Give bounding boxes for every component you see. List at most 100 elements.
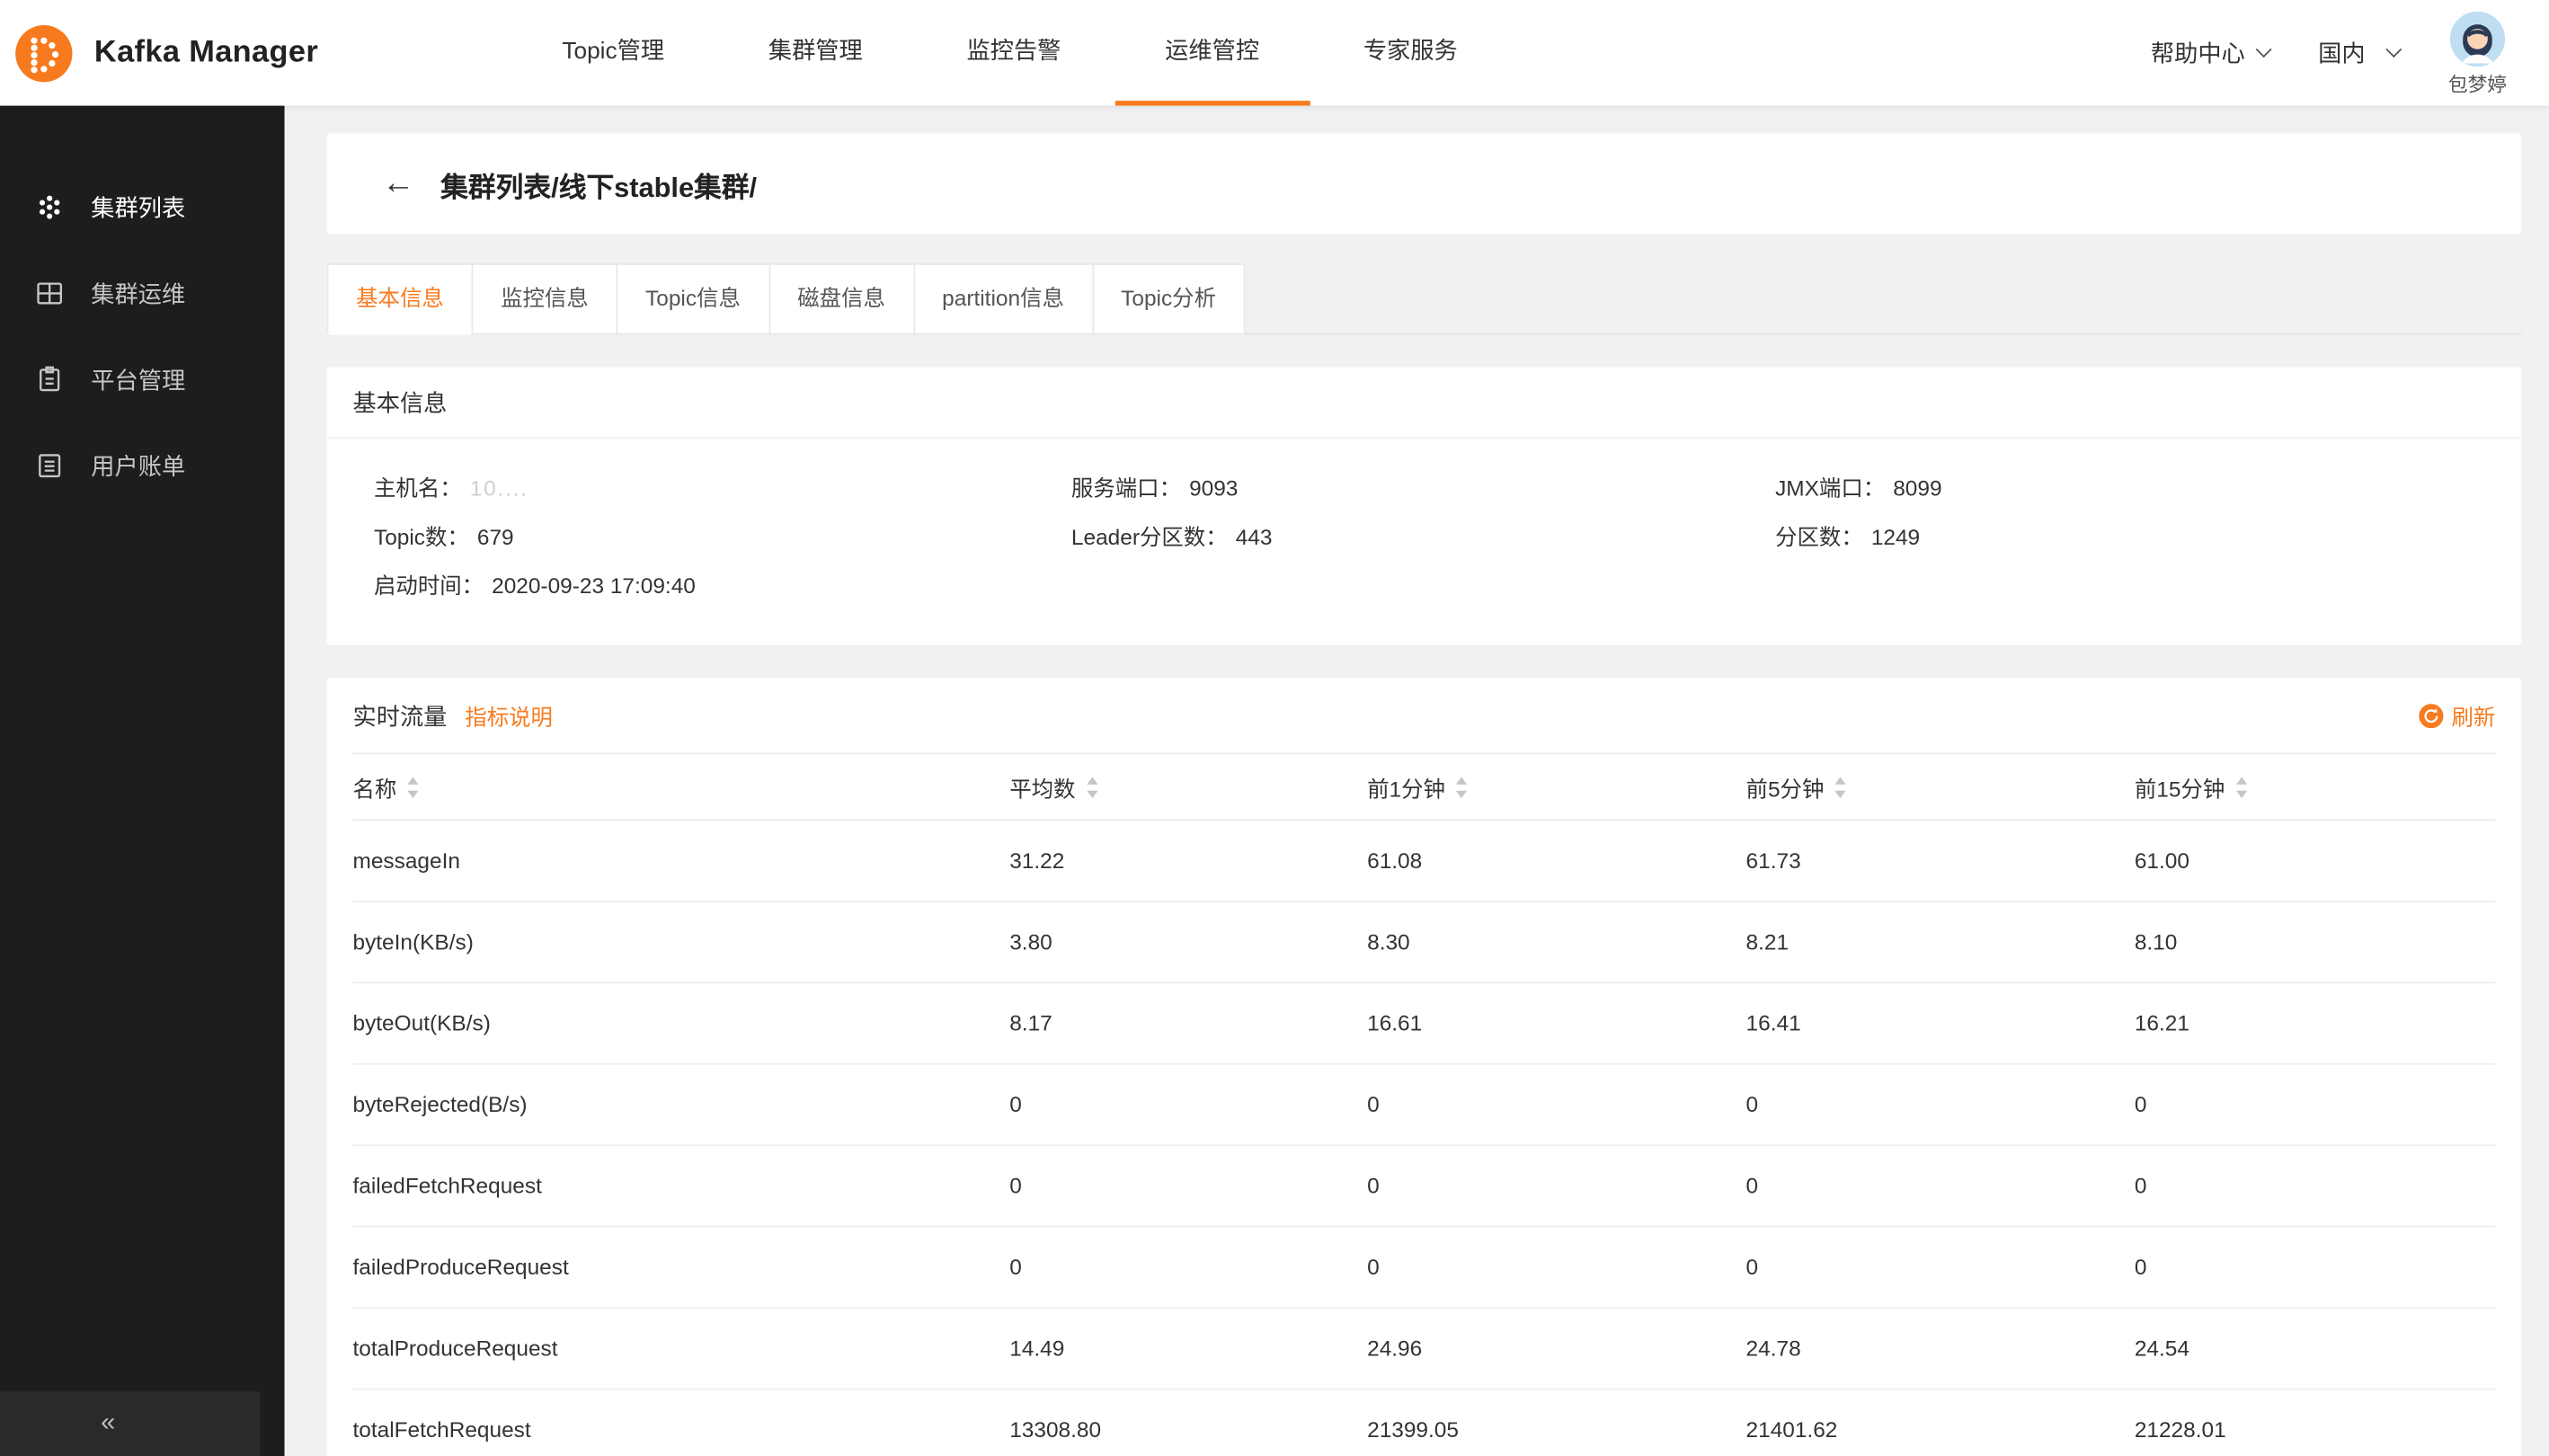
field-label: 分区数： — [1775, 525, 1863, 549]
back-button[interactable]: ← — [382, 167, 414, 200]
column-header-last-1min[interactable]: 前1分钟 — [1367, 753, 1745, 820]
region-label: 国内 — [2318, 36, 2365, 70]
cell-value: 61.00 — [2135, 820, 2496, 901]
collapse-icon: « — [101, 1409, 115, 1439]
sidebar-item-cluster-list[interactable]: 集群列表 — [0, 164, 285, 251]
field-topic-count: Topic数： 679 — [374, 514, 1071, 561]
cell-value: 24.78 — [1746, 1308, 2135, 1389]
field-partition-count: 分区数： 1249 — [1775, 514, 2495, 561]
column-header-name[interactable]: 名称 — [352, 753, 1009, 820]
tab-basic-info[interactable]: 基本信息 — [327, 263, 474, 335]
table-header-row: 名称 平均数 前1分钟 前5分钟 前15分钟 — [352, 753, 2495, 820]
cell-value: 21401.62 — [1746, 1389, 2135, 1456]
field-value: 443 — [1236, 525, 1273, 549]
cluster-ops-icon — [36, 280, 64, 307]
sort-icon — [1834, 777, 1846, 799]
cell-value: 0 — [1009, 1145, 1367, 1226]
breadcrumb-card: ← 集群列表/线下stable集群/ — [327, 133, 2522, 234]
cell-value: 13308.80 — [1009, 1389, 1367, 1456]
cell-value: 0 — [2135, 1064, 2496, 1145]
sidebar-item-label: 用户账单 — [91, 448, 185, 483]
cell-value: 0 — [1746, 1064, 2135, 1145]
tab-monitor-info[interactable]: 监控信息 — [472, 263, 618, 335]
tab-partition-info[interactable]: partition信息 — [913, 263, 1094, 335]
cell-value: 61.08 — [1367, 820, 1745, 901]
sidebar-item-label: 集群列表 — [91, 191, 185, 225]
field-value: 679 — [477, 525, 514, 549]
traffic-table: 名称 平均数 前1分钟 前5分钟 前15分钟 messageIn 31.22 6… — [327, 752, 2522, 1456]
metric-doc-link[interactable]: 指标说明 — [465, 699, 553, 732]
field-label: Leader分区数： — [1071, 525, 1228, 549]
nav-item-cluster-management[interactable]: 集群管理 — [741, 0, 890, 106]
field-jmx-port: JMX端口：8099 — [1775, 465, 2495, 511]
cell-value: 21399.05 — [1367, 1389, 1745, 1456]
help-center-menu[interactable]: 帮助中心 — [2151, 36, 2269, 70]
sidebar-item-label: 集群运维 — [91, 276, 185, 310]
avatar[interactable] — [2450, 12, 2505, 67]
user-menu[interactable]: 包梦婷 — [2448, 12, 2507, 98]
cell-value: 0 — [2135, 1227, 2496, 1308]
table-row: byteOut(KB/s) 8.17 16.61 16.41 16.21 — [352, 982, 2495, 1063]
brand-title: Kafka Manager — [94, 35, 318, 71]
cell-metric-name: totalProduceRequest — [352, 1308, 1009, 1389]
nav-item-expert-service[interactable]: 专家服务 — [1336, 0, 1485, 106]
cell-value: 21228.01 — [2135, 1389, 2496, 1456]
nav-item-ops-control[interactable]: 运维管控 — [1137, 0, 1286, 106]
cell-value: 8.17 — [1009, 982, 1367, 1063]
field-label: 服务端口： — [1071, 476, 1181, 501]
nav-item-topic-management[interactable]: Topic管理 — [535, 0, 692, 106]
chevron-down-icon — [2385, 41, 2402, 58]
table-row: byteIn(KB/s) 3.80 8.30 8.21 8.10 — [352, 901, 2495, 982]
basic-info-panel-title: 基本信息 — [327, 368, 2522, 439]
table-row: failedProduceRequest 0 0 0 0 — [352, 1227, 2495, 1308]
cluster-list-icon — [36, 193, 64, 221]
kafka-manager-logo-icon — [13, 22, 75, 84]
sidebar-item-platform-admin[interactable]: 平台管理 — [0, 336, 285, 422]
sidebar-item-user-bill[interactable]: 用户账单 — [0, 422, 285, 509]
field-label: JMX端口： — [1775, 476, 1885, 501]
cell-value: 0 — [2135, 1145, 2496, 1226]
table-row: failedFetchRequest 0 0 0 0 — [352, 1145, 2495, 1226]
cell-value: 0 — [1009, 1227, 1367, 1308]
refresh-button[interactable]: 刷新 — [2419, 699, 2495, 732]
cell-value: 8.10 — [2135, 901, 2496, 982]
tab-topic-analysis[interactable]: Topic分析 — [1092, 263, 1246, 335]
tab-topic-info[interactable]: Topic信息 — [616, 263, 769, 335]
field-service-port: 服务端口： 9093 — [1071, 465, 1775, 511]
sidebar: 集群列表 集群运维 平 — [0, 106, 285, 1456]
table-row: messageIn 31.22 61.08 61.73 61.00 — [352, 820, 2495, 901]
field-value: 9093 — [1189, 476, 1238, 501]
cell-value: 0 — [1746, 1227, 2135, 1308]
main-content: ← 集群列表/线下stable集群/ 基本信息 监控信息 Topic信息 磁盘信… — [285, 106, 2549, 1456]
sidebar-item-label: 平台管理 — [91, 362, 185, 396]
cell-metric-name: failedProduceRequest — [352, 1227, 1009, 1308]
username-label: 包梦婷 — [2448, 70, 2507, 98]
cell-value: 0 — [1367, 1145, 1745, 1226]
sidebar-item-cluster-ops[interactable]: 集群运维 — [0, 251, 285, 337]
cell-value: 61.73 — [1746, 820, 2135, 901]
column-header-avg[interactable]: 平均数 — [1009, 753, 1367, 820]
cell-metric-name: totalFetchRequest — [352, 1389, 1009, 1456]
column-header-last-5min[interactable]: 前5分钟 — [1746, 753, 2135, 820]
cell-value: 24.96 — [1367, 1308, 1745, 1389]
basic-info-panel: 基本信息 主机名：10.... 服务端口：9093 JMX端口：8099 Top… — [327, 368, 2522, 645]
platform-admin-icon — [36, 366, 64, 394]
cell-value: 31.22 — [1009, 820, 1367, 901]
chevron-down-icon — [2256, 41, 2272, 58]
table-row: byteRejected(B/s) 0 0 0 0 — [352, 1064, 2495, 1145]
help-center-label: 帮助中心 — [2151, 36, 2245, 70]
column-header-last-15min[interactable]: 前15分钟 — [2135, 753, 2496, 820]
cell-metric-name: byteRejected(B/s) — [352, 1064, 1009, 1145]
field-label: Topic数： — [374, 525, 469, 549]
table-row: totalProduceRequest 14.49 24.96 24.78 24… — [352, 1308, 2495, 1389]
field-value: 1249 — [1871, 525, 1920, 549]
nav-item-monitor-alert[interactable]: 监控告警 — [939, 0, 1088, 106]
refresh-icon — [2419, 703, 2443, 727]
sidebar-collapse-button[interactable]: « — [0, 1391, 260, 1456]
field-leader-partition-count: Leader分区数： 443 — [1071, 514, 1775, 561]
cell-metric-name: byteIn(KB/s) — [352, 901, 1009, 982]
cell-value: 24.54 — [2135, 1308, 2496, 1389]
region-select[interactable]: 国内 — [2318, 36, 2399, 70]
cell-value: 14.49 — [1009, 1308, 1367, 1389]
tab-disk-info[interactable]: 磁盘信息 — [768, 263, 915, 335]
